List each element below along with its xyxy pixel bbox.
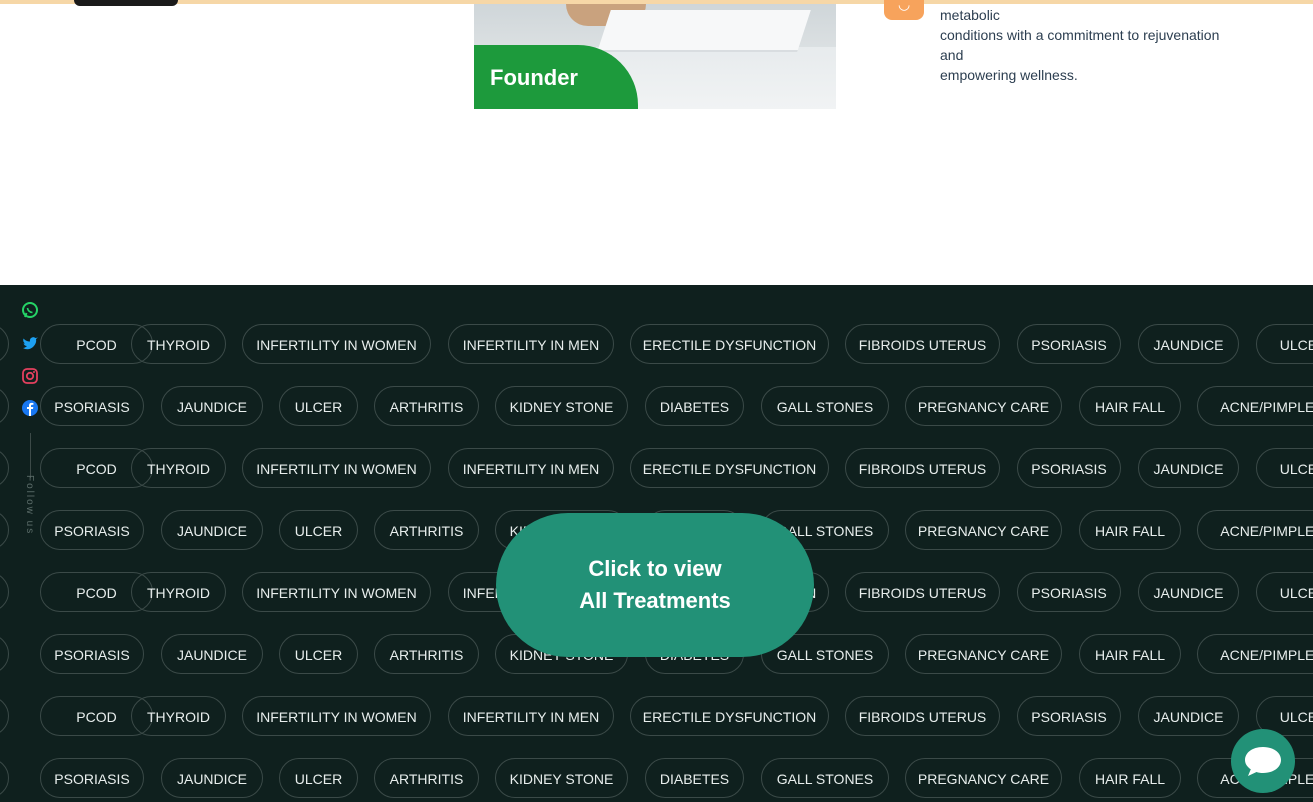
treatment-pill[interactable]: INFERTILITY IN MEN [448, 324, 614, 364]
treatment-pill[interactable]: FIBROIDS UTERUS [845, 696, 1000, 736]
description-text: metabolic conditions with a commitment t… [940, 7, 1220, 83]
chat-bubble-icon [1245, 747, 1281, 776]
treatment-pill[interactable]: ERECTILE DYSFUNCTION [630, 448, 829, 488]
treatment-pill[interactable]: PSORIASIS [1017, 696, 1121, 736]
treatment-pill[interactable]: THYROID [131, 448, 226, 488]
treatment-pill[interactable]: FIBROIDS UTERUS [845, 572, 1000, 612]
treatment-pill[interactable]: PSORIASIS [40, 634, 144, 674]
treatment-pill[interactable]: ACNE/PIMPLES [1197, 386, 1313, 426]
feature-icon: ◡ [884, 0, 924, 20]
treatment-pill[interactable]: INFERTILITY IN WOMEN [242, 448, 431, 488]
treatment-pill[interactable]: S [0, 386, 9, 426]
treatment-pill[interactable]: PSORIASIS [40, 510, 144, 550]
treatment-pill[interactable]: PSORIASIS [1017, 448, 1121, 488]
treatment-pill[interactable]: ULCER [1256, 324, 1313, 364]
instagram-icon[interactable] [20, 366, 40, 386]
twitter-icon[interactable] [20, 334, 40, 354]
treatment-pill[interactable]: ARTHRITIS [374, 386, 479, 426]
cta-line-1: Click to view [588, 556, 722, 581]
treatment-pill[interactable]: DIABETES [645, 758, 744, 798]
treatment-pill[interactable]: ERECTILE DYSFUNCTION [630, 696, 829, 736]
treatment-pill[interactable]: ULCER [279, 510, 358, 550]
treatment-pill[interactable]: JAUNDICE [161, 510, 263, 550]
treatment-pill[interactable]: FIBROIDS UTERUS [845, 324, 1000, 364]
treatment-pill[interactable]: KIDNEY STONE [495, 386, 628, 426]
treatment-pill[interactable]: INFERTILITY IN WOMEN [242, 696, 431, 736]
treatment-pill[interactable]: PREGNANCY CARE [905, 386, 1062, 426]
cta-line-2: All Treatments [579, 588, 731, 613]
treatment-pill[interactable]: S [0, 758, 9, 798]
treatment-pill[interactable]: INFERTILITY IN MEN [448, 448, 614, 488]
treatment-pill[interactable]: N [0, 448, 9, 488]
treatment-pill[interactable]: N [0, 324, 9, 364]
treatment-pill[interactable]: HAIR FALL [1079, 758, 1181, 798]
treatment-pill[interactable]: GALL STONES [761, 386, 889, 426]
treatment-pill[interactable]: JAUNDICE [1138, 324, 1239, 364]
treatment-pill[interactable]: JAUNDICE [1138, 572, 1239, 612]
follow-divider [30, 433, 31, 478]
view-all-treatments-button[interactable]: Click to view All Treatments [496, 513, 814, 657]
treatment-pill[interactable]: PSORIASIS [40, 386, 144, 426]
treatment-pill[interactable]: THYROID [131, 324, 226, 364]
treatment-pill[interactable]: ACNE/PIMPLES [1197, 634, 1313, 674]
treatment-pill[interactable]: ARTHRITIS [374, 758, 479, 798]
treatment-pill[interactable]: INFERTILITY IN WOMEN [242, 572, 431, 612]
founder-photo: Founder [474, 4, 836, 109]
treatment-pill[interactable]: INFERTILITY IN MEN [448, 696, 614, 736]
treatment-pill[interactable]: HAIR FALL [1079, 634, 1181, 674]
treatment-pill[interactable]: JAUNDICE [161, 634, 263, 674]
treatment-pill[interactable]: ULCER [279, 758, 358, 798]
treatment-pill[interactable]: GALL STONES [761, 758, 889, 798]
treatment-pill[interactable]: ULCER [279, 386, 358, 426]
treatment-pill[interactable]: N [0, 572, 9, 612]
treatment-pill[interactable]: PREGNANCY CARE [905, 758, 1062, 798]
treatment-pill[interactable]: N [0, 696, 9, 736]
treatment-pill[interactable]: PSORIASIS [40, 758, 144, 798]
treatment-pill[interactable]: ACNE/PIMPLES [1197, 510, 1313, 550]
treatment-pill[interactable]: KIDNEY STONE [495, 758, 628, 798]
treatment-pill[interactable]: PSORIASIS [1017, 572, 1121, 612]
treatment-pill[interactable]: FIBROIDS UTERUS [845, 448, 1000, 488]
chat-button[interactable] [1231, 729, 1295, 793]
treatment-pill[interactable]: PSORIASIS [1017, 324, 1121, 364]
treatment-pill[interactable]: INFERTILITY IN WOMEN [242, 324, 431, 364]
treatment-pill[interactable]: HAIR FALL [1079, 510, 1181, 550]
top-button-edge[interactable] [74, 0, 178, 6]
facebook-icon[interactable] [20, 398, 40, 418]
treatment-pill[interactable]: THYROID [131, 696, 226, 736]
treatment-pill[interactable]: JAUNDICE [161, 386, 263, 426]
treatment-pill[interactable]: JAUNDICE [161, 758, 263, 798]
treatment-pill[interactable]: S [0, 510, 9, 550]
treatment-pill[interactable]: PREGNANCY CARE [905, 510, 1062, 550]
treatment-pill[interactable]: ARTHRITIS [374, 510, 479, 550]
treatment-pill[interactable]: ULCER [279, 634, 358, 674]
treatment-pill[interactable]: DIABETES [645, 386, 744, 426]
treatment-pill[interactable]: ERECTILE DYSFUNCTION [630, 324, 829, 364]
treatment-pill[interactable]: S [0, 634, 9, 674]
whatsapp-icon[interactable] [20, 300, 40, 320]
treatment-pill[interactable]: ARTHRITIS [374, 634, 479, 674]
treatment-pill[interactable]: ULCER [1256, 572, 1313, 612]
treatment-pill[interactable]: PREGNANCY CARE [905, 634, 1062, 674]
treatment-pill[interactable]: HAIR FALL [1079, 386, 1181, 426]
founder-label: Founder [490, 65, 578, 90]
treatment-pill[interactable]: JAUNDICE [1138, 696, 1239, 736]
treatment-pill[interactable]: THYROID [131, 572, 226, 612]
treatment-pill[interactable]: JAUNDICE [1138, 448, 1239, 488]
follow-us-label: Follow us [24, 475, 35, 536]
treatment-pill[interactable]: ULCER [1256, 448, 1313, 488]
